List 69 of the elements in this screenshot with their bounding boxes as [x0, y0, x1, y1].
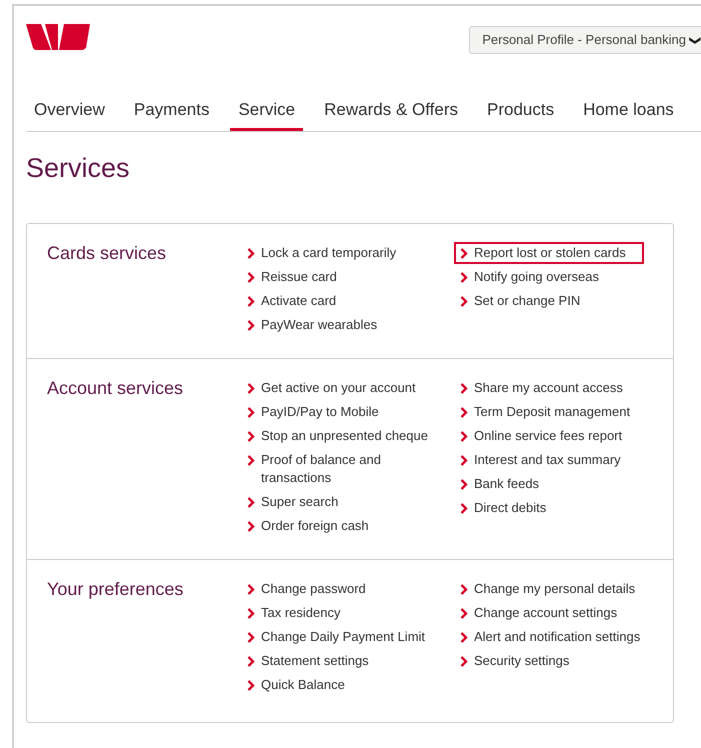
chevron-icon [247, 632, 255, 644]
chevron-icon [247, 320, 255, 332]
nav-tab[interactable]: Home loans [575, 100, 682, 131]
chevron-icon [247, 608, 255, 620]
section-title: Your preferences [47, 578, 184, 602]
chevron-icon [460, 479, 468, 490]
chevron-icon [247, 521, 255, 532]
chevron-icon [460, 248, 468, 260]
chevron-icon [460, 656, 468, 668]
chevron-icon [460, 272, 468, 284]
service-link[interactable]: Change account settings [454, 602, 624, 624]
service-link[interactable]: Direct debits [454, 497, 552, 520]
service-link[interactable]: Security settings [454, 650, 576, 672]
nav-tab[interactable]: Rewards & Offers [316, 100, 466, 131]
service-link[interactable]: Interest and tax summary [454, 449, 627, 472]
service-link[interactable]: Quick Balance [241, 674, 351, 696]
chevron-icon [460, 584, 468, 596]
chevron-icon [247, 407, 255, 418]
chevron-icon [460, 455, 468, 466]
chevron-icon [247, 383, 255, 394]
service-link[interactable]: Online service fees report [454, 425, 628, 448]
nav-tab[interactable]: Overview [26, 100, 113, 131]
nav-tab[interactable]: Service [230, 100, 304, 131]
service-link[interactable]: Term Deposit management [454, 401, 636, 424]
chevron-icon [460, 383, 468, 394]
service-link[interactable]: Set or change PIN [454, 290, 586, 312]
service-link[interactable]: Notify going overseas [454, 266, 606, 288]
service-link[interactable]: Change my personal details [454, 578, 642, 600]
chevron-icon [460, 632, 468, 644]
service-link[interactable]: Change Daily Payment Limit [241, 626, 432, 648]
caret-icon: ❯ [686, 35, 701, 44]
service-link[interactable]: Stop an unpresented cheque [241, 425, 434, 448]
service-link[interactable]: Activate card [241, 290, 342, 312]
page-title: Services [26, 152, 131, 184]
service-link[interactable]: Reissue card [241, 266, 343, 288]
section-title: Account services [47, 377, 184, 400]
chevron-icon [460, 407, 468, 418]
service-link[interactable]: PayWear wearables [241, 314, 384, 336]
service-link[interactable]: PayID/Pay to Mobile [241, 401, 385, 424]
profile-dropdown[interactable]: Personal Profile - Personal banking ❯ [469, 26, 701, 54]
service-link[interactable]: Change password [241, 578, 372, 600]
service-link[interactable]: Share my account access [454, 377, 629, 400]
chevron-icon [247, 656, 255, 668]
chevron-icon [247, 248, 255, 260]
chevron-icon [460, 608, 468, 620]
chevron-icon [247, 296, 255, 308]
service-link[interactable]: Statement settings [241, 650, 375, 672]
chevron-icon [247, 455, 255, 466]
service-link[interactable]: Get active on your account [241, 377, 422, 400]
chevron-icon [247, 497, 255, 508]
service-link[interactable]: Proof of balance and transactions [241, 449, 439, 490]
chevron-icon [460, 431, 468, 442]
chevron-icon [460, 296, 468, 308]
nav-tab[interactable]: Products [478, 100, 562, 131]
service-link[interactable]: Bank feeds [454, 473, 546, 496]
service-link[interactable]: Report lost or stolen cards [454, 242, 644, 264]
nav-tab[interactable]: Payments [126, 100, 218, 131]
service-link[interactable]: Order foreign cash [241, 515, 375, 538]
section-title: Cards services [47, 242, 168, 266]
logo-icon [26, 24, 90, 50]
chevron-icon [460, 503, 468, 514]
service-link[interactable]: Alert and notification settings [454, 626, 646, 648]
chevron-icon [247, 584, 255, 596]
chevron-icon [247, 272, 255, 284]
service-link[interactable]: Lock a card temporarily [241, 242, 402, 264]
service-link[interactable]: Super search [241, 491, 344, 514]
chevron-icon [247, 431, 255, 442]
service-link[interactable]: Tax residency [241, 602, 346, 624]
chevron-icon [247, 680, 255, 692]
